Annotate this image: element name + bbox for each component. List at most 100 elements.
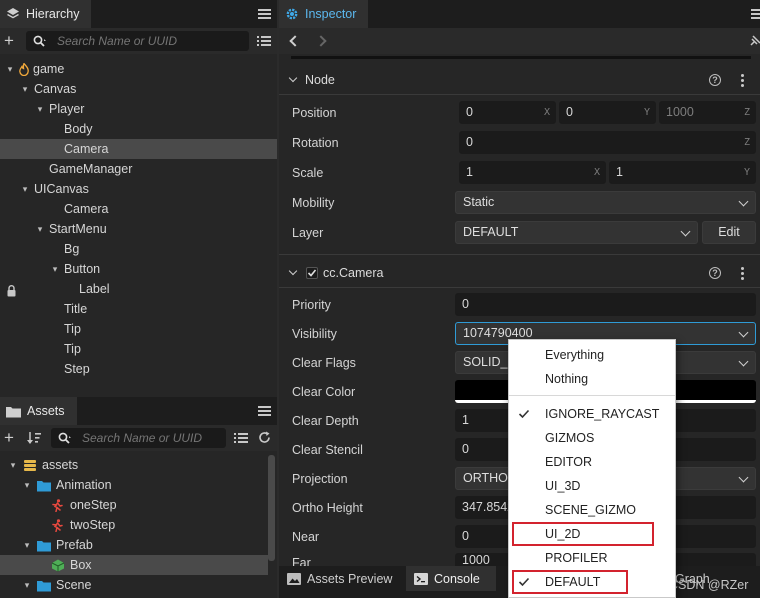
node-section-header[interactable]: Node ? bbox=[279, 67, 760, 93]
hierarchy-search-input[interactable] bbox=[26, 31, 249, 51]
hierarchy-node-row[interactable]: Tip bbox=[0, 319, 277, 339]
chevron-down-icon bbox=[288, 266, 298, 276]
add-asset-icon[interactable]: + bbox=[4, 428, 14, 448]
visibility-value: 1074790400 bbox=[463, 326, 533, 340]
position-x-field[interactable]: 0X bbox=[459, 101, 556, 124]
pin-icon[interactable] bbox=[749, 35, 760, 47]
position-y-field[interactable]: 0Y bbox=[559, 101, 656, 124]
expand-arrow-icon[interactable]: ▾ bbox=[21, 575, 33, 595]
hierarchy-node-row[interactable]: Bg bbox=[0, 239, 277, 259]
tab-console[interactable]: Console bbox=[406, 566, 496, 591]
hierarchy-node-row[interactable]: ▾ Player bbox=[0, 99, 277, 119]
menu-item-profiler[interactable]: PROFILER bbox=[509, 546, 675, 570]
tab-inspector[interactable]: Inspector bbox=[279, 0, 368, 28]
expand-arrow-icon[interactable]: ▾ bbox=[34, 99, 46, 119]
expand-arrow-icon[interactable]: ▾ bbox=[4, 59, 16, 79]
more-options-icon[interactable] bbox=[741, 74, 744, 87]
menu-item-scene-gizmo[interactable]: SCENE_GIZMO bbox=[509, 498, 675, 522]
scale-y-field[interactable]: 1Y bbox=[609, 161, 756, 184]
refresh-icon[interactable] bbox=[258, 431, 271, 444]
hierarchy-node-row[interactable]: Step bbox=[0, 359, 277, 379]
position-z-field[interactable]: 1000 Z bbox=[659, 101, 756, 124]
assets-menu-icon[interactable] bbox=[258, 406, 271, 416]
hierarchy-node-row[interactable]: Camera bbox=[0, 139, 277, 159]
asset-row[interactable]: ▾ Scene bbox=[0, 575, 268, 595]
chevron-down-icon bbox=[738, 196, 749, 207]
forward-arrow-icon[interactable] bbox=[315, 35, 327, 47]
tab-assets-preview[interactable]: Assets Preview bbox=[279, 566, 405, 591]
tab-assets-preview-label: Assets Preview bbox=[307, 571, 393, 586]
help-icon[interactable]: ? bbox=[709, 267, 721, 279]
expand-arrow-icon[interactable]: ▾ bbox=[21, 475, 33, 495]
hierarchy-menu-icon[interactable] bbox=[258, 9, 271, 19]
scene-fire-icon bbox=[19, 62, 29, 77]
assets-search-input[interactable] bbox=[51, 428, 226, 448]
asset-row[interactable]: Box bbox=[0, 555, 268, 575]
asset-row[interactable]: ▾ assets bbox=[0, 455, 268, 475]
image-icon bbox=[287, 572, 301, 585]
sort-icon[interactable] bbox=[27, 431, 41, 445]
menu-item-nothing[interactable]: Nothing bbox=[509, 367, 675, 391]
rotation-field[interactable]: 0Z bbox=[459, 131, 756, 154]
expand-arrow-icon[interactable]: ▾ bbox=[21, 535, 33, 555]
far-value: 1000 bbox=[462, 553, 490, 566]
assets-tree: ▾ assets ▾ Animation oneStep twoStep ▾ Prefab Bo… bbox=[0, 455, 268, 598]
hierarchy-node-row[interactable]: ▾ StartMenu bbox=[0, 219, 277, 239]
hierarchy-node-label: Camera bbox=[64, 202, 109, 216]
hierarchy-node-row[interactable]: Tip bbox=[0, 339, 277, 359]
help-icon[interactable]: ? bbox=[709, 74, 721, 86]
menu-item-ignore-raycast[interactable]: IGNORE_RAYCAST bbox=[509, 402, 675, 426]
chevron-down-icon bbox=[738, 356, 749, 367]
db-icon bbox=[23, 458, 37, 471]
asset-row[interactable]: oneStep bbox=[0, 495, 268, 515]
assets-scrollbar[interactable] bbox=[268, 455, 275, 561]
layer-edit-button[interactable]: Edit bbox=[702, 221, 756, 244]
menu-item-everything[interactable]: Everything bbox=[509, 343, 675, 367]
layers-icon bbox=[7, 8, 19, 19]
scale-x-axis: X bbox=[593, 167, 600, 178]
list-view-icon[interactable] bbox=[257, 35, 271, 47]
hierarchy-node-row[interactable]: Body bbox=[0, 119, 277, 139]
hierarchy-node-row[interactable]: Camera bbox=[0, 199, 277, 219]
hierarchy-node-row[interactable]: Label bbox=[0, 279, 277, 299]
expand-arrow-icon[interactable]: ▾ bbox=[49, 259, 61, 279]
expand-arrow-icon[interactable]: ▾ bbox=[34, 219, 46, 239]
hierarchy-node-row[interactable]: ▾ UICanvas bbox=[0, 179, 277, 199]
hierarchy-node-label: Body bbox=[64, 122, 93, 136]
back-arrow-icon[interactable] bbox=[289, 35, 301, 47]
more-options-icon[interactable] bbox=[741, 267, 744, 280]
hierarchy-node-row[interactable]: ▾ Canvas bbox=[0, 79, 277, 99]
menu-item-editor[interactable]: EDITOR bbox=[509, 450, 675, 474]
hierarchy-node-row[interactable]: ▾ game bbox=[0, 59, 277, 79]
mobility-select[interactable]: Static bbox=[455, 191, 756, 214]
expand-arrow-icon[interactable]: ▾ bbox=[19, 79, 31, 99]
tab-assets[interactable]: Assets bbox=[0, 397, 77, 425]
asset-row[interactable]: ▾ Animation bbox=[0, 475, 268, 495]
console-icon bbox=[414, 572, 428, 585]
expand-arrow-icon[interactable]: ▾ bbox=[7, 455, 19, 475]
component-enabled-checkbox[interactable] bbox=[306, 267, 318, 279]
menu-item-ui-3d[interactable]: UI_3D bbox=[509, 474, 675, 498]
asset-row[interactable]: ▾ Prefab bbox=[0, 535, 268, 555]
clear-depth-value: 1 bbox=[462, 413, 469, 427]
check-icon bbox=[518, 403, 530, 428]
hierarchy-node-row[interactable]: ▾ Button bbox=[0, 259, 277, 279]
layer-select[interactable]: DEFAULT bbox=[455, 221, 698, 244]
priority-field[interactable]: 0 bbox=[455, 293, 756, 316]
expand-arrow-icon[interactable]: ▾ bbox=[19, 179, 31, 199]
hierarchy-node-label: Tip bbox=[64, 322, 81, 336]
hierarchy-node-label: StartMenu bbox=[49, 222, 107, 236]
add-node-icon[interactable]: + bbox=[4, 31, 14, 51]
inspector-menu-icon[interactable] bbox=[751, 9, 760, 19]
camera-section-header[interactable]: cc.Camera ? bbox=[279, 260, 760, 286]
lock-icon[interactable] bbox=[7, 283, 16, 297]
hierarchy-node-row[interactable]: GameManager bbox=[0, 159, 277, 179]
scale-x-field[interactable]: 1X bbox=[459, 161, 606, 184]
hierarchy-node-row[interactable]: Title bbox=[0, 299, 277, 319]
asset-row[interactable]: twoStep bbox=[0, 515, 268, 535]
asset-label: twoStep bbox=[70, 518, 116, 532]
menu-item-gizmos[interactable]: GIZMOS bbox=[509, 426, 675, 450]
priority-value: 0 bbox=[462, 297, 469, 311]
tab-hierarchy[interactable]: Hierarchy bbox=[0, 0, 91, 28]
list-view-icon[interactable] bbox=[234, 432, 248, 444]
